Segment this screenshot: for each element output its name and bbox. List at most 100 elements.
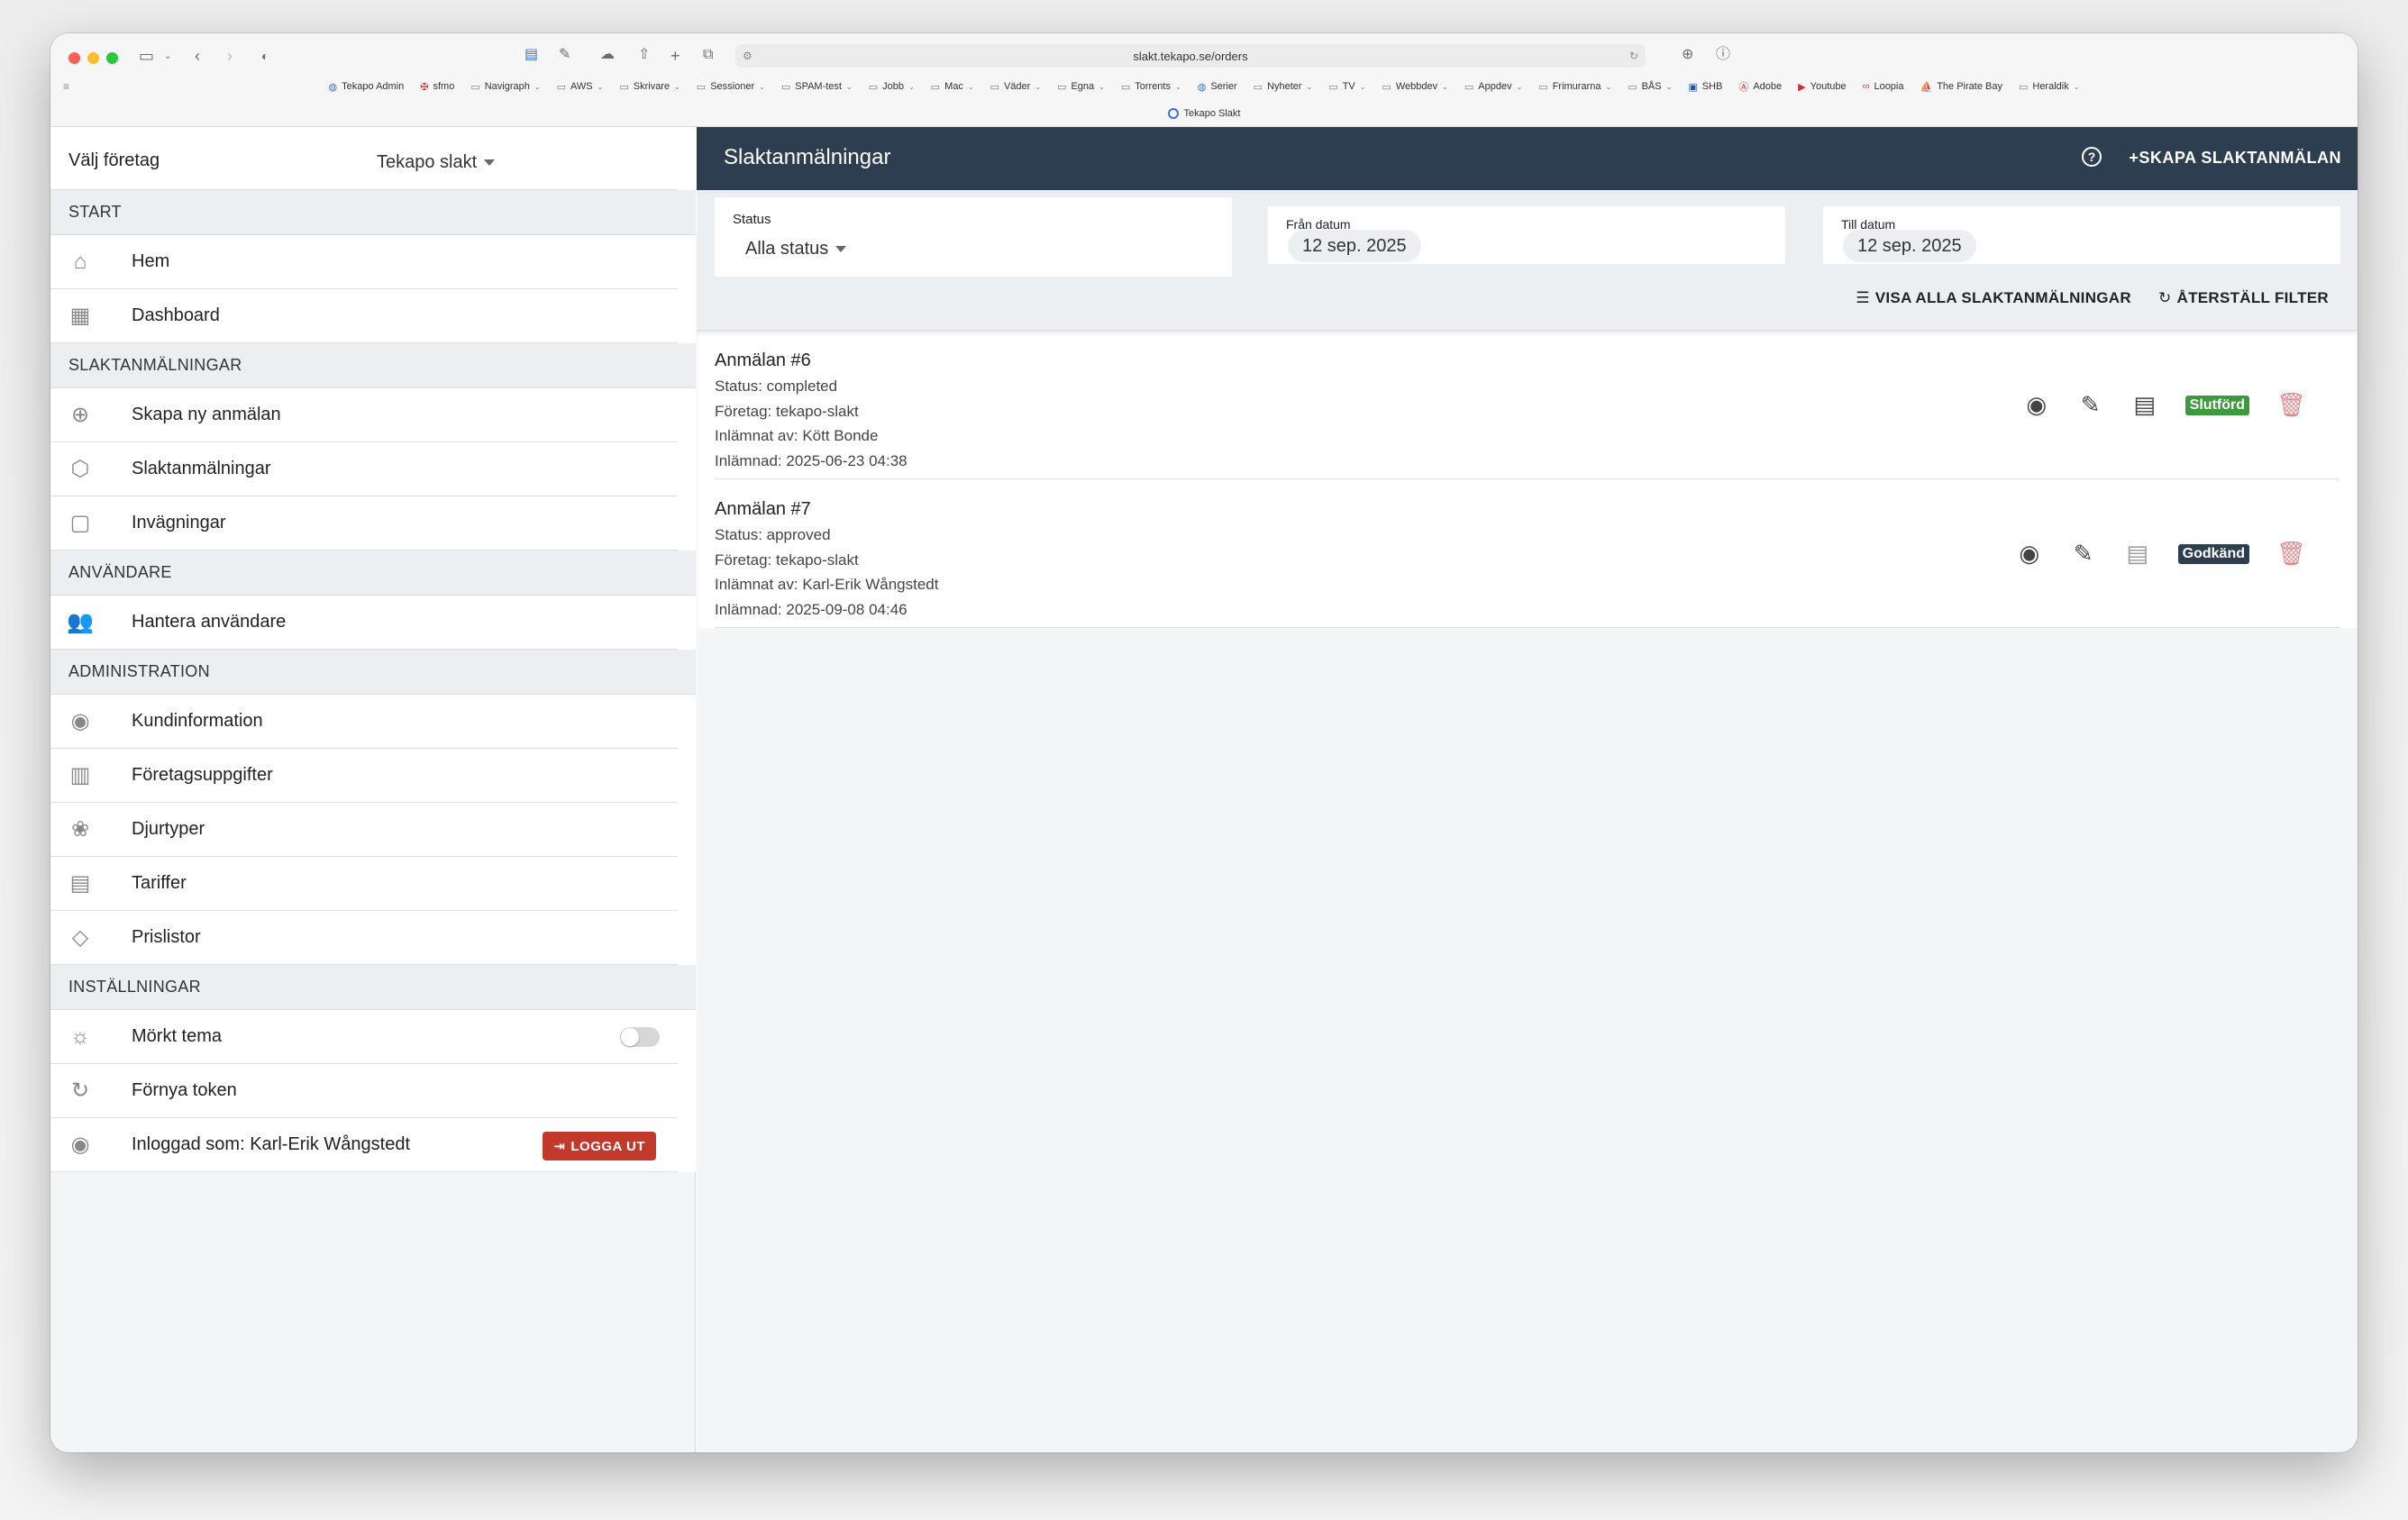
sidebar-item-djurtyper[interactable]: ❀ Djurtyper	[50, 803, 678, 857]
sidebar-item-förnya-token[interactable]: ↻ Förnya token	[50, 1064, 678, 1118]
bookmark-item[interactable]: Ⓐ Adobe	[1738, 79, 1782, 94]
show-all-button[interactable]: ☰ VISA ALLA SLAKTANMÄLNINGAR	[1856, 289, 2131, 307]
bookmark-item[interactable]: ▭ AWS ⌄	[557, 81, 604, 93]
address-bar[interactable]: ⚙ slakt.tekapo.se/orders ↻	[735, 44, 1646, 68]
zoom-window-button[interactable]	[106, 52, 118, 64]
forward-icon[interactable]: ›	[227, 48, 233, 64]
user-circle-icon: ◉	[70, 1133, 90, 1157]
bookmark-item[interactable]: ▭ Sessioner ⌄	[697, 81, 765, 93]
minimize-window-button[interactable]	[87, 52, 99, 64]
bookmark-label: Serier	[1210, 81, 1237, 92]
bookmark-item[interactable]: ▭ Skrivare ⌄	[619, 81, 680, 93]
sidebar-item-hantera-användare[interactable]: 👥 Hantera användare	[50, 596, 678, 650]
bookmark-item[interactable]: ▭ Egna ⌄	[1057, 81, 1105, 93]
chevron-down-icon[interactable]: ⌄	[164, 52, 171, 61]
bookmark-item[interactable]: ▭ Navigraph ⌄	[470, 81, 540, 93]
bookmark-item[interactable]: ✠ sfmo	[420, 81, 454, 93]
bookmark-item[interactable]: ◍ Serier	[1198, 81, 1237, 93]
downloads-icon[interactable]: ⊕	[1682, 48, 1693, 62]
sidebar-section-heading: SLAKTANMÄLNINGAR	[50, 343, 696, 388]
dark-theme-toggle[interactable]	[620, 1026, 660, 1047]
bookmark-item[interactable]: ▭ SPAM-test ⌄	[781, 81, 853, 93]
sidebar-item-skapa-ny-anmälan[interactable]: ⊕ Skapa ny anmälan	[50, 388, 678, 442]
sidebar-item-dashboard[interactable]: ▦ Dashboard	[50, 289, 678, 343]
new-tab-icon[interactable]: +	[670, 48, 680, 64]
status-badge: Godkänd	[2177, 543, 2249, 564]
bookmark-item[interactable]: ▭ Mac ⌄	[931, 81, 974, 93]
edit-icon[interactable]: ✎	[2070, 540, 2097, 568]
bookmark-item[interactable]: ▭ BÅS ⌄	[1628, 81, 1672, 93]
users-icon: 👥	[67, 610, 94, 634]
tab-overview-icon[interactable]: ⧉	[703, 48, 713, 62]
company-select[interactable]: Tekapo slakt	[377, 152, 496, 173]
reload-icon[interactable]: ↻	[1629, 50, 1638, 62]
from-date-filter[interactable]: Från datum 12 sep. 2025	[1268, 206, 1785, 264]
reader-icon[interactable]: ▤	[524, 48, 538, 62]
view-icon[interactable]: ◉	[2023, 391, 2050, 419]
sidebar-item-inloggad-som-karl-erik-wångstedt[interactable]: ◉ Inloggad som: Karl-Erik Wångstedt ⇥ LOGGA…	[50, 1118, 678, 1172]
to-date-filter[interactable]: Till datum 12 sep. 2025	[1823, 206, 2340, 264]
help-icon[interactable]: ?	[2082, 147, 2102, 167]
create-order-button[interactable]: +SKAPA SLAKTANMÄLAN	[2129, 149, 2341, 168]
from-date-chip[interactable]: 12 sep. 2025	[1288, 230, 1421, 262]
app: Välj företag Tekapo slakt START ⌂ Hem ▦ Dash…	[50, 127, 2358, 1452]
status-filter-label: Status	[733, 212, 771, 227]
cross-icon: ✠	[420, 81, 429, 93]
sidebar-item-företagsuppgifter[interactable]: ▥ Företagsuppgifter	[50, 749, 678, 803]
status-filter[interactable]: Status Alla status	[715, 197, 1232, 277]
trash-icon[interactable]: 🗑	[2276, 391, 2306, 419]
view-icon[interactable]: ◉	[2016, 540, 2043, 568]
bookmark-label: Skrivare	[633, 81, 670, 92]
list-icon: ☰	[1856, 289, 1870, 306]
sidebar-item-mörkt-tema[interactable]: ☼ Mörkt tema	[50, 1010, 678, 1064]
cloud-icon[interactable]: ☁	[600, 48, 615, 62]
sidebar-item-tariffer[interactable]: ▤ Tariffer	[50, 857, 678, 911]
bookmark-item[interactable]: ▭ Webbdev ⌄	[1382, 81, 1447, 93]
share-icon[interactable]: ⇧	[638, 48, 650, 62]
bookmark-item[interactable]: ▣ SHB	[1688, 81, 1722, 93]
back-icon[interactable]: ‹	[195, 48, 200, 64]
sidebar-item-kundinformation[interactable]: ◉ Kundinformation	[50, 695, 678, 749]
bookmark-item[interactable]: ▶ Youtube	[1798, 81, 1846, 93]
bookmark-item[interactable]: ▭ Frimurarna ⌄	[1538, 81, 1611, 93]
sidebar-section-heading: ADMINISTRATION	[50, 650, 696, 695]
bookmark-item[interactable]: ▭ Jobb ⌄	[869, 81, 915, 93]
url-text: slakt.tekapo.se/orders	[1133, 49, 1248, 63]
bookmark-label: SHB	[1701, 81, 1723, 92]
info-icon[interactable]: ⓘ	[1716, 48, 1730, 62]
close-window-button[interactable]	[68, 52, 80, 64]
to-date-chip[interactable]: 12 sep. 2025	[1843, 230, 1976, 262]
privacy-report-icon[interactable]: ◐	[261, 50, 269, 62]
chevron-down-icon: ⌄	[967, 82, 974, 91]
bookmark-item[interactable]: ▭ Torrents ⌄	[1121, 81, 1181, 93]
bookmark-item[interactable]: ▭ Appdev ⌄	[1464, 81, 1522, 93]
bookmark-item[interactable]: ▭ Väder ⌄	[990, 81, 1041, 93]
sidebar-menu: Välj företag Tekapo slakt START ⌂ Hem ▦ Dash…	[50, 127, 696, 1172]
page-settings-icon[interactable]: ⚙	[743, 50, 752, 62]
sidebar-item-slaktanmälningar[interactable]: ⬡ Slaktanmälningar	[50, 442, 678, 496]
notes-icon[interactable]: ✎	[559, 48, 570, 62]
receipt-icon[interactable]: ▤	[2124, 540, 2151, 568]
sidebar-item-prislistor[interactable]: ◇ Prislistor	[50, 911, 678, 965]
sidebar-item-invägningar[interactable]: ▢ Invägningar	[50, 496, 678, 551]
trash-icon[interactable]: 🗑	[2276, 540, 2306, 568]
bookmark-item[interactable]: ▭ Nyheter ⌄	[1254, 81, 1313, 93]
edit-icon[interactable]: ✎	[2077, 391, 2104, 419]
sidebar-item-hem[interactable]: ⌂ Hem	[50, 235, 678, 289]
chevron-down-icon: ⌄	[1605, 82, 1612, 91]
reset-filter-button[interactable]: ↻ ÅTERSTÄLL FILTER	[2158, 289, 2329, 307]
receipt-icon[interactable]: ▤	[2131, 391, 2158, 419]
bookmark-item[interactable]: ▭ TV ⌄	[1328, 81, 1365, 93]
bookmark-item[interactable]: ▭ Heraldik ⌄	[2019, 81, 2079, 93]
sidebar-toggle-icon[interactable]: ▭	[139, 48, 154, 64]
bookmark-item[interactable]: ◍ Tekapo Admin	[329, 81, 405, 93]
bookmark-item[interactable]: ∞ Loopia	[1863, 81, 1904, 92]
bookmark-label: The Pirate Bay	[1937, 81, 2002, 92]
filter-actions: ☰ VISA ALLA SLAKTANMÄLNINGAR ↻ ÅTERSTÄLL F…	[1856, 289, 2329, 307]
bookmark-label: Jobb	[882, 81, 904, 92]
tab-title[interactable]: Tekapo Slakt	[1184, 108, 1241, 119]
logout-button[interactable]: ⇥ LOGGA UT	[543, 1132, 656, 1160]
user-circle-icon: ◉	[70, 709, 90, 733]
bookmark-item[interactable]: ⛵ The Pirate Bay	[1920, 81, 2002, 93]
page-title: Slaktanmälningar	[724, 145, 891, 169]
